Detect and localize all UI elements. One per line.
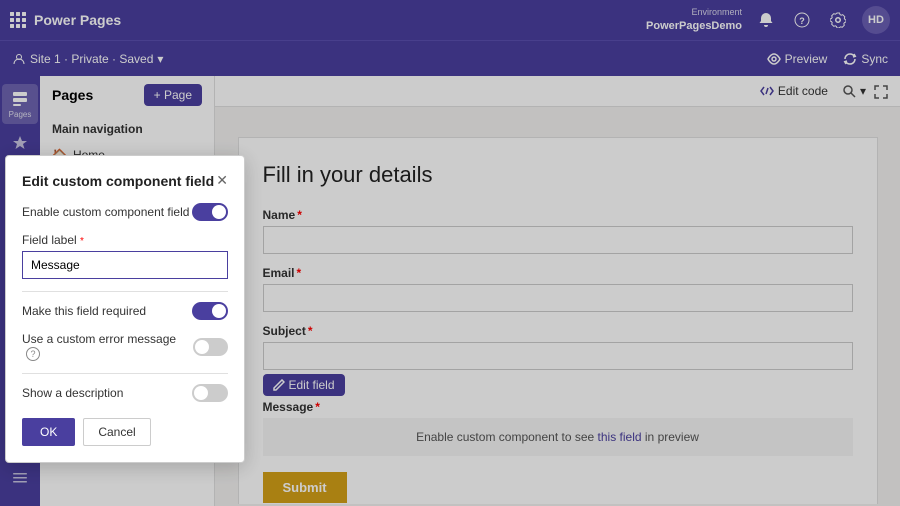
- custom-error-toggle-slider: [193, 338, 228, 356]
- required-toggle-slider: [192, 302, 228, 320]
- make-required-label: Make this field required: [22, 304, 146, 318]
- description-toggle[interactable]: [192, 384, 228, 402]
- dialog-title: Edit custom component field: [22, 173, 214, 189]
- custom-error-label: Use a custom error message ?: [22, 332, 193, 361]
- show-description-label: Show a description: [22, 386, 123, 400]
- custom-error-toggle[interactable]: [193, 338, 228, 356]
- make-required-row: Make this field required: [22, 302, 228, 320]
- enable-custom-label: Enable custom component field: [22, 205, 189, 219]
- enable-toggle-slider: [192, 203, 228, 221]
- enable-custom-row: Enable custom component field: [22, 203, 228, 221]
- dialog-divider-2: [22, 373, 228, 374]
- field-label-section: Field label *: [22, 233, 228, 279]
- dialog-header: Edit custom component field ✕: [22, 172, 228, 189]
- enable-toggle[interactable]: [192, 203, 228, 221]
- ok-button[interactable]: OK: [22, 418, 75, 446]
- field-label-input[interactable]: [22, 251, 228, 279]
- cancel-button[interactable]: Cancel: [83, 418, 150, 446]
- field-label-required: *: [80, 236, 84, 247]
- dialog-footer: OK Cancel: [22, 418, 228, 446]
- custom-error-info-icon[interactable]: ?: [26, 347, 40, 361]
- dialog-divider-1: [22, 291, 228, 292]
- description-toggle-slider: [192, 384, 228, 402]
- edit-component-dialog: Edit custom component field ✕ Enable cus…: [5, 155, 245, 463]
- dialog-overlay: Edit custom component field ✕ Enable cus…: [0, 0, 900, 506]
- dialog-close-button[interactable]: ✕: [216, 172, 228, 189]
- custom-error-row: Use a custom error message ?: [22, 332, 228, 361]
- field-label-title: Field label *: [22, 233, 228, 247]
- show-description-row: Show a description: [22, 384, 228, 402]
- required-toggle[interactable]: [192, 302, 228, 320]
